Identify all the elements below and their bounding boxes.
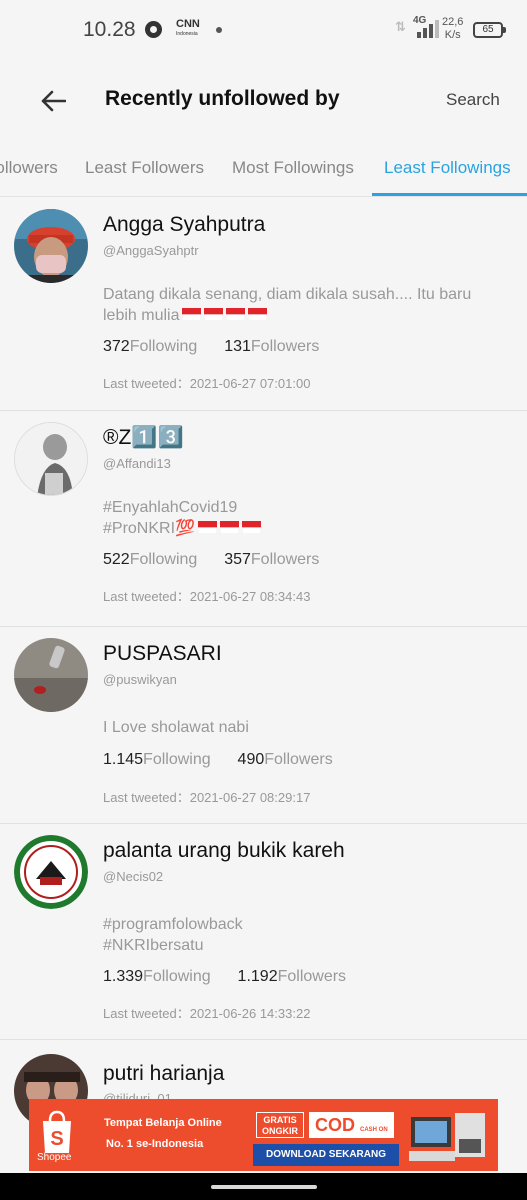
back-button[interactable] <box>30 80 76 122</box>
followers-count: 490 <box>237 751 265 768</box>
user-list: Angga Syahputra @AnggaSyahptr Datang dik… <box>0 198 527 1160</box>
following-count: 1.145 <box>103 751 144 768</box>
last-tweeted-time: 2021-06-27 08:34:43 <box>189 589 311 604</box>
svg-text:S: S <box>50 1128 63 1150</box>
indonesia-flag-icon <box>195 520 261 537</box>
username: @puswikyan <box>103 672 177 687</box>
last-tweeted-time: 2021-06-26 14:33:22 <box>189 1006 311 1021</box>
avatar-image <box>14 209 88 283</box>
tab-most-followings[interactable]: Most Followings <box>232 158 354 178</box>
ad-tagline: Tempat Belanja Online <box>104 1117 222 1129</box>
indonesia-flag-icon <box>179 307 268 324</box>
arrow-left-icon <box>41 90 66 112</box>
status-bar: 10.28 CNN Indonesia ⇅ 4G 22,6 K/s 65 <box>0 0 527 58</box>
bio-line: Datang dikala senang, diam dikala susah.… <box>103 286 472 303</box>
avatar-image <box>15 423 87 495</box>
username: @Affandi13 <box>103 456 171 471</box>
network-speed: 22,6 K/s <box>442 16 464 41</box>
tab-bar: Followers Least Followers Most Following… <box>0 143 527 197</box>
last-tweeted: Last tweeted：2021-06-27 07:01:00 <box>103 373 310 392</box>
data-transfer-icon: ⇅ <box>395 19 406 34</box>
last-tweeted-label: Last tweeted： <box>103 1006 190 1021</box>
display-name: palanta urang bukik kareh <box>103 839 345 862</box>
last-tweeted-time: 2021-06-27 08:29:17 <box>189 790 311 805</box>
last-tweeted-label: Last tweeted： <box>103 589 190 604</box>
following-label: Following <box>143 751 211 768</box>
user-bio: I Love sholawat nabi <box>103 717 513 738</box>
ad-cod-badge: COD CASH ON DELIVERY <box>309 1112 394 1164</box>
shopee-ad-banner[interactable]: S Shopee Tempat Belanja Online No. 1 se-… <box>29 1099 498 1171</box>
avatar-image <box>14 835 88 909</box>
bio-line: I Love sholawat nabi <box>103 719 249 736</box>
user-bio: #programfolowback #NKRIbersatu <box>103 914 513 956</box>
last-tweeted-label: Last tweeted： <box>103 790 190 805</box>
last-tweeted: Last tweeted：2021-06-26 14:33:22 <box>103 1003 310 1022</box>
avatar[interactable] <box>14 835 88 909</box>
battery-icon: 65 <box>473 22 506 38</box>
followers-count: 357 <box>224 551 251 568</box>
status-time: 10.28 <box>83 18 136 41</box>
bio-line: #ProNKRI💯 <box>103 518 513 539</box>
ad-brand-name: Shopee <box>37 1152 72 1163</box>
user-stats: 1.145Following 490Followers <box>103 751 333 769</box>
user-card[interactable]: ®Z1️⃣3️⃣ @Affandi13 #EnyahlahCovid19 #Pr… <box>0 411 527 627</box>
bio-line: lebih mulia <box>103 305 513 326</box>
user-stats: 372Following 131Followers <box>103 338 319 356</box>
user-card[interactable]: Angga Syahputra @AnggaSyahptr Datang dik… <box>0 198 527 411</box>
system-navigation-bar <box>0 1173 527 1200</box>
home-indicator[interactable] <box>211 1185 317 1189</box>
followers-count: 1.192 <box>237 968 278 985</box>
followers-label: Followers <box>264 751 333 768</box>
tab-followers[interactable]: Followers <box>0 158 58 178</box>
following-label: Following <box>143 968 211 985</box>
followers-label: Followers <box>277 968 347 985</box>
user-bio: #EnyahlahCovid19 #ProNKRI💯 <box>103 497 513 539</box>
followers-label: Followers <box>250 338 320 355</box>
last-tweeted-time: 2021-06-27 07:01:00 <box>189 376 311 391</box>
tab-least-followings[interactable]: Least Followings <box>384 158 511 178</box>
followers-count: 131 <box>224 338 251 355</box>
followers-label: Followers <box>250 551 320 568</box>
more-notifications-dot-icon <box>216 27 222 33</box>
display-name: ®Z1️⃣3️⃣ <box>103 426 184 449</box>
search-button[interactable]: Search <box>446 90 500 110</box>
ad-product-image <box>409 1113 485 1161</box>
tab-least-followers[interactable]: Least Followers <box>85 158 204 178</box>
page-title: Recently unfollowed by <box>105 87 340 110</box>
user-card[interactable]: palanta urang bukik kareh @Necis02 #prog… <box>0 824 527 1040</box>
following-count: 372 <box>103 338 130 355</box>
avatar-image <box>14 638 88 712</box>
notification-icon <box>145 21 162 38</box>
ad-free-shipping-badge: GRATIS ONGKIR <box>256 1112 304 1138</box>
cnn-notification-icon: CNN Indonesia <box>176 18 200 38</box>
display-name: putri harianja <box>103 1062 225 1085</box>
username: @AnggaSyahptr <box>103 243 199 258</box>
user-stats: 1.339Following 1.192Followers <box>103 968 346 986</box>
active-tab-indicator <box>372 193 527 196</box>
user-stats: 522Following 357Followers <box>103 551 319 569</box>
avatar[interactable] <box>14 209 88 283</box>
following-count: 522 <box>103 551 130 568</box>
display-name: PUSPASARI <box>103 642 222 665</box>
avatar[interactable] <box>14 638 88 712</box>
last-tweeted-label: Last tweeted： <box>103 376 190 391</box>
bio-line: #EnyahlahCovid19 <box>103 499 238 516</box>
app-header: Recently unfollowed by Search <box>0 58 527 143</box>
bio-line: #programfolowback <box>103 916 243 933</box>
signal-icon <box>413 20 439 38</box>
ad-subtagline: No. 1 se-Indonesia <box>106 1138 204 1150</box>
display-name: Angga Syahputra <box>103 213 266 236</box>
following-label: Following <box>129 551 198 568</box>
user-card[interactable]: PUSPASARI @puswikyan I Love sholawat nab… <box>0 627 527 824</box>
ad-download-button[interactable]: DOWNLOAD SEKARANG <box>253 1144 399 1166</box>
username: @Necis02 <box>103 869 164 884</box>
last-tweeted: Last tweeted：2021-06-27 08:34:43 <box>103 586 310 605</box>
user-bio: Datang dikala senang, diam dikala susah.… <box>103 284 513 326</box>
following-count: 1.339 <box>103 968 144 985</box>
avatar[interactable] <box>14 422 88 496</box>
last-tweeted: Last tweeted：2021-06-27 08:29:17 <box>103 787 310 806</box>
following-label: Following <box>129 338 198 355</box>
bio-line: #NKRIbersatu <box>103 937 204 954</box>
